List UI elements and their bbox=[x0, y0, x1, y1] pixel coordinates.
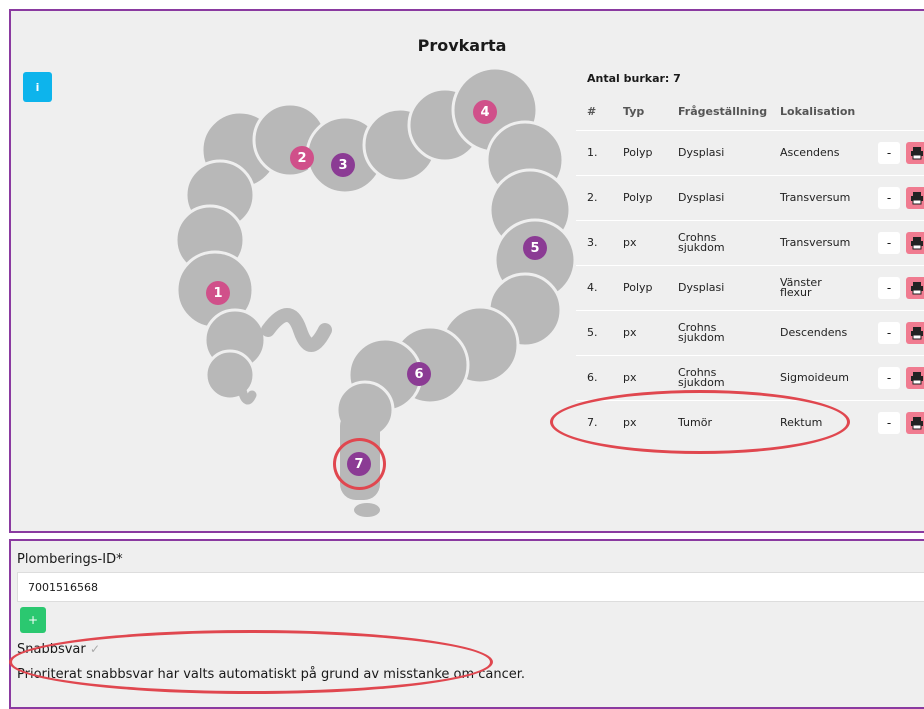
row-location: Sigmoideum bbox=[780, 371, 849, 384]
col-header-number: # bbox=[587, 105, 597, 118]
highlight-ring-row-7 bbox=[550, 390, 850, 454]
remove-button[interactable]: - bbox=[878, 367, 900, 389]
row-question: Dysplasi bbox=[678, 146, 725, 159]
table-row: 2. Polyp Dysplasi Transversum - bbox=[576, 175, 924, 220]
sample-marker-5[interactable]: 5 bbox=[523, 236, 547, 260]
seal-id-label: Plomberings-ID* bbox=[17, 552, 123, 567]
row-number: 1. bbox=[587, 146, 598, 159]
col-header-type: Typ bbox=[623, 105, 645, 118]
remove-button[interactable]: - bbox=[878, 142, 900, 164]
seal-id-input[interactable]: 7001516568 bbox=[17, 572, 924, 602]
row-number: 6. bbox=[587, 371, 598, 384]
sample-marker-1[interactable]: 1 bbox=[206, 281, 230, 305]
printer-icon[interactable] bbox=[906, 367, 924, 389]
row-question: Dysplasi bbox=[678, 191, 725, 204]
row-question: Dysplasi bbox=[678, 281, 725, 294]
add-button[interactable]: + bbox=[20, 607, 46, 633]
table-row: 4. Polyp Dysplasi Vänster flexur - bbox=[576, 265, 924, 310]
row-type: Polyp bbox=[623, 191, 653, 204]
sample-count: Antal burkar: 7 bbox=[587, 72, 681, 85]
remove-button[interactable]: - bbox=[878, 187, 900, 209]
row-number: 2. bbox=[587, 191, 598, 204]
table-row: 5. px Crohns sjukdom Descendens - bbox=[576, 310, 924, 355]
row-location: Transversum bbox=[780, 191, 851, 204]
row-location: Descendens bbox=[780, 326, 848, 339]
row-question: Crohns sjukdom bbox=[678, 321, 725, 344]
printer-icon[interactable] bbox=[906, 187, 924, 209]
remove-button[interactable]: - bbox=[878, 232, 900, 254]
row-type: Polyp bbox=[623, 146, 653, 159]
remove-button[interactable]: - bbox=[878, 277, 900, 299]
printer-icon[interactable] bbox=[906, 142, 924, 164]
table-row: 1. Polyp Dysplasi Ascendens - bbox=[576, 130, 924, 175]
sample-marker-6[interactable]: 6 bbox=[407, 362, 431, 386]
highlight-ring-marker-7 bbox=[333, 438, 386, 490]
sample-marker-3[interactable]: 3 bbox=[331, 153, 355, 177]
row-type: px bbox=[623, 236, 637, 249]
highlight-ring-quick-reply bbox=[9, 630, 493, 694]
col-header-location: Lokalisation bbox=[780, 105, 856, 118]
remove-button[interactable]: - bbox=[878, 322, 900, 344]
sample-marker-2[interactable]: 2 bbox=[290, 146, 314, 170]
col-header-question: Frågeställning bbox=[678, 105, 768, 118]
row-number: 5. bbox=[587, 326, 598, 339]
remove-button[interactable]: - bbox=[878, 412, 900, 434]
row-location: Transversum bbox=[780, 236, 851, 249]
row-location: Ascendens bbox=[780, 146, 840, 159]
printer-icon[interactable] bbox=[906, 277, 924, 299]
row-type: px bbox=[623, 326, 637, 339]
printer-icon[interactable] bbox=[906, 232, 924, 254]
printer-icon[interactable] bbox=[906, 322, 924, 344]
sample-marker-4[interactable]: 4 bbox=[473, 100, 497, 124]
table-row: 3. px Crohns sjukdom Transversum - bbox=[576, 220, 924, 265]
printer-icon[interactable] bbox=[906, 412, 924, 434]
row-number: 3. bbox=[587, 236, 598, 249]
row-location: Vänster flexur bbox=[780, 276, 822, 299]
row-type: Polyp bbox=[623, 281, 653, 294]
row-question: Crohns sjukdom bbox=[678, 231, 725, 254]
row-number: 4. bbox=[587, 281, 598, 294]
